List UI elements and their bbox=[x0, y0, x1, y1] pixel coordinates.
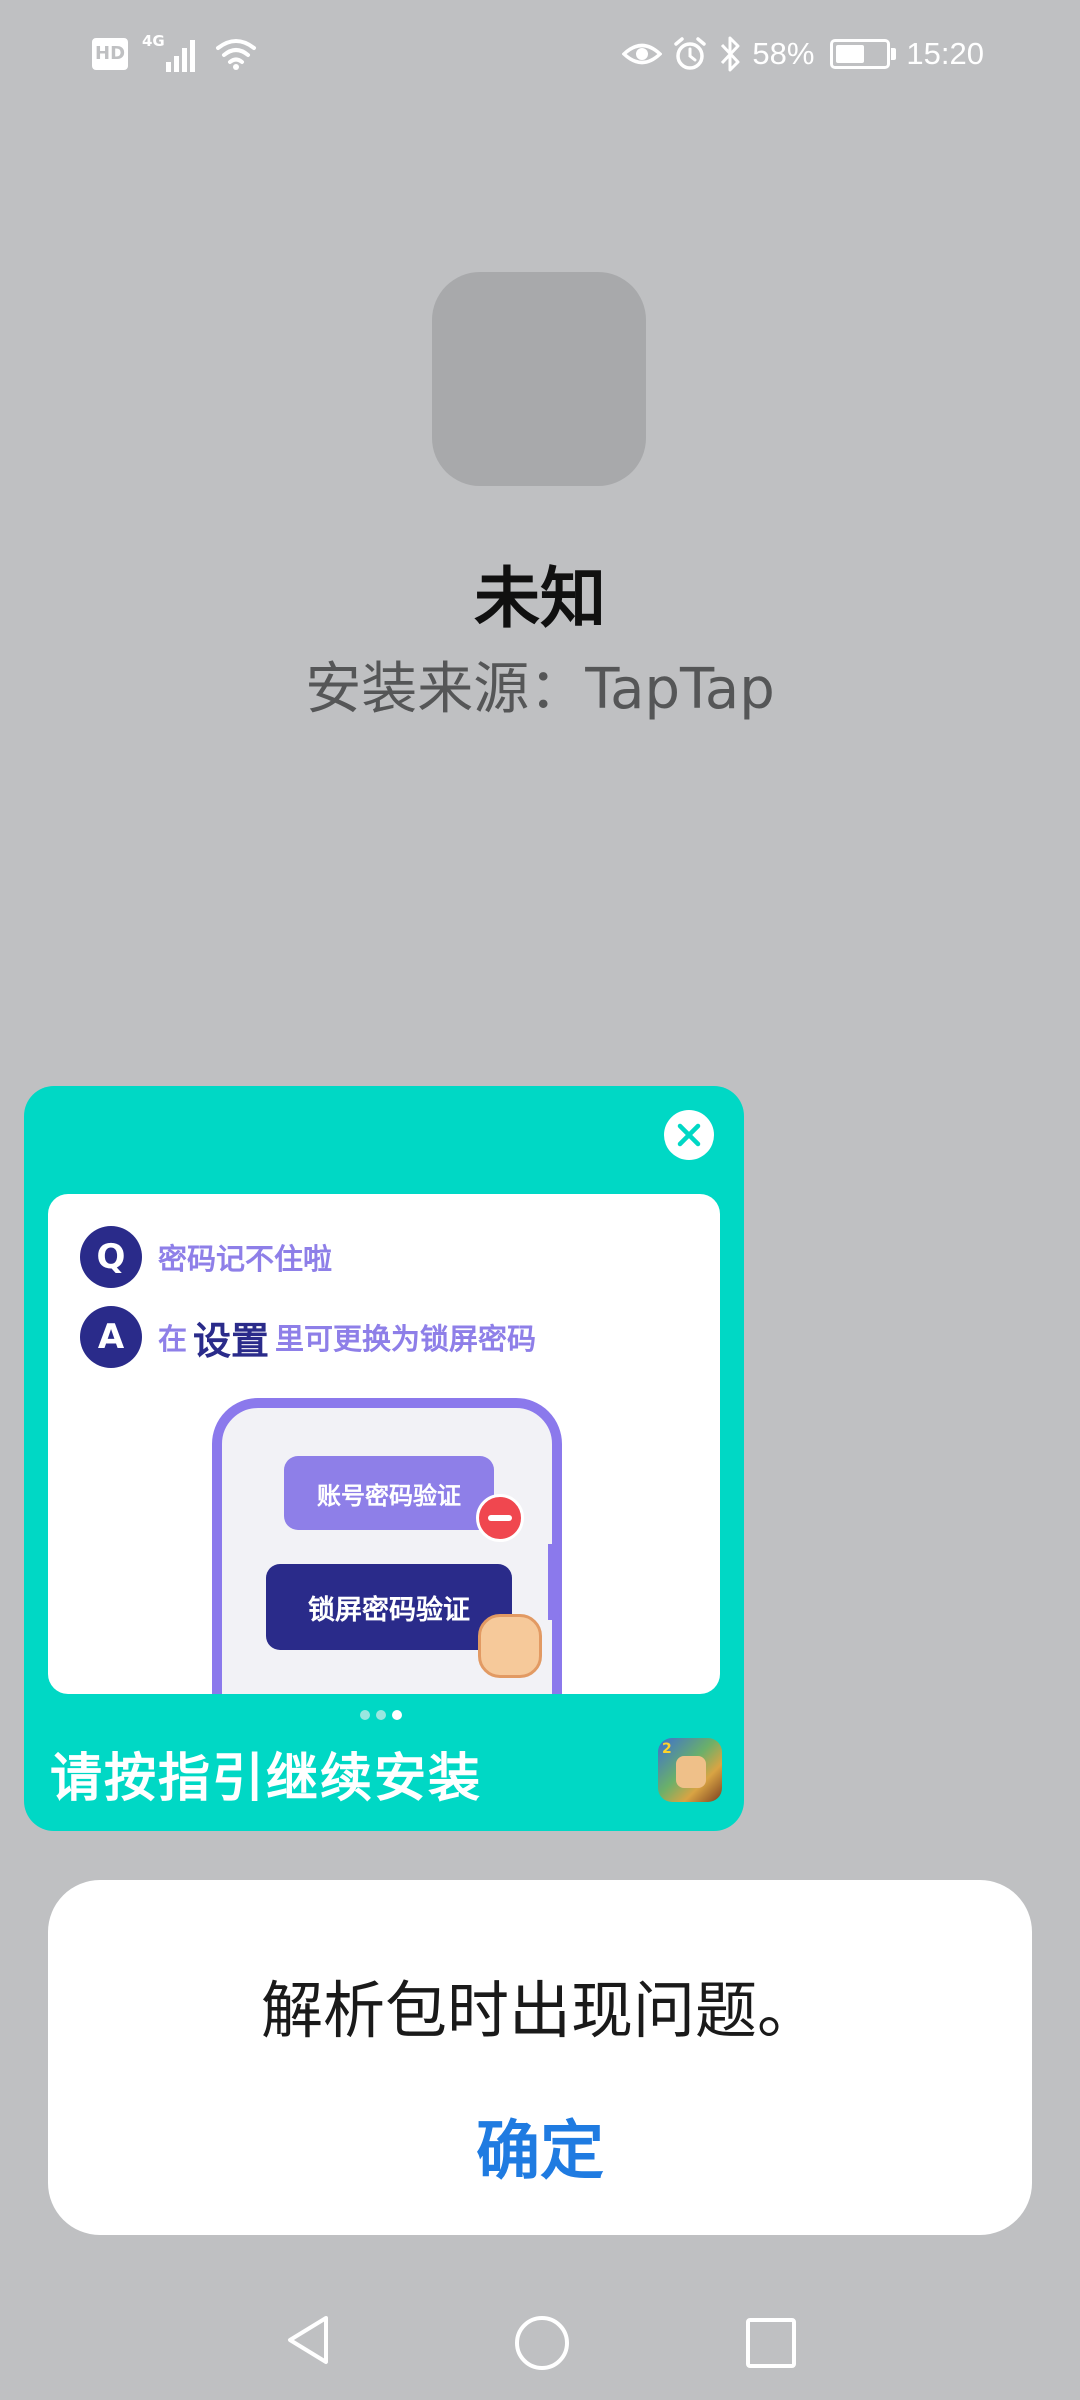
clock: 15:20 bbox=[906, 36, 984, 71]
wifi-icon bbox=[216, 39, 256, 70]
game-badge: 2 bbox=[662, 1741, 672, 1757]
ad-close-button[interactable] bbox=[664, 1110, 714, 1160]
hd-icon: HD bbox=[92, 38, 128, 70]
account-password-option: 账号密码验证 bbox=[284, 1456, 494, 1530]
home-icon[interactable] bbox=[515, 2316, 569, 2370]
status-bar: HD 4G 58% 15:20 bbox=[0, 0, 1080, 110]
phone-side-button bbox=[548, 1544, 560, 1620]
pager-dot bbox=[376, 1710, 386, 1720]
app-name: 未知 bbox=[474, 560, 606, 637]
q-badge: Q bbox=[80, 1226, 142, 1288]
ad-illustration: Q 密码记不住啦 A 在 设置 里可更换为锁屏密码 账号密码验证 锁屏密码验证 bbox=[48, 1194, 720, 1694]
game-character bbox=[676, 1756, 706, 1788]
ad-card[interactable]: Q 密码记不住啦 A 在 设置 里可更换为锁屏密码 账号密码验证 锁屏密码验证 … bbox=[24, 1086, 744, 1831]
error-dialog: 解析包时出现问题。 确定 bbox=[48, 1880, 1032, 2235]
hd-label: HD bbox=[95, 43, 126, 64]
status-left: HD 4G bbox=[92, 32, 258, 76]
ad-pager bbox=[360, 1710, 402, 1720]
ad-cta[interactable]: 请按指引继续安装 bbox=[50, 1736, 482, 1811]
ad-question: 密码记不住啦 bbox=[158, 1242, 333, 1276]
install-source: 安装来源：TapTap bbox=[305, 657, 775, 722]
ad-answer-emphasis: 设置 bbox=[193, 1318, 270, 1363]
ad-answer-suffix: 里可更换为锁屏密码 bbox=[275, 1322, 537, 1356]
bluetooth-icon bbox=[721, 36, 740, 72]
pager-dot bbox=[392, 1710, 402, 1720]
recents-icon[interactable] bbox=[746, 2318, 796, 2368]
lockscreen-password-option: 锁屏密码验证 bbox=[266, 1564, 512, 1650]
battery-fill bbox=[836, 45, 865, 63]
status-right: 58% 15:20 bbox=[622, 30, 984, 78]
confirm-button[interactable]: 确定 bbox=[440, 2100, 640, 2189]
battery-charging-icon bbox=[830, 39, 897, 69]
ad-answer-prefix: 在 bbox=[158, 1322, 188, 1356]
ad-answer-row: A 在 设置 里可更换为锁屏密码 bbox=[80, 1306, 536, 1368]
battery-percent: 58% bbox=[752, 36, 815, 71]
alarm-icon bbox=[674, 37, 707, 70]
game-logo-icon: 2 bbox=[658, 1738, 722, 1802]
thumb-icon bbox=[478, 1614, 542, 1678]
minus-icon bbox=[476, 1494, 524, 1542]
ad-question-row: Q 密码记不住啦 bbox=[80, 1226, 332, 1288]
network-label: 4G bbox=[142, 32, 165, 50]
eye-icon bbox=[622, 43, 663, 65]
dialog-message: 解析包时出现问题。 bbox=[260, 1974, 819, 2047]
a-badge: A bbox=[80, 1306, 142, 1368]
signal-icon: 4G bbox=[142, 32, 200, 76]
back-icon[interactable] bbox=[282, 2312, 334, 2368]
app-icon-placeholder bbox=[432, 272, 646, 486]
pager-dot bbox=[360, 1710, 370, 1720]
close-icon bbox=[677, 1123, 701, 1147]
